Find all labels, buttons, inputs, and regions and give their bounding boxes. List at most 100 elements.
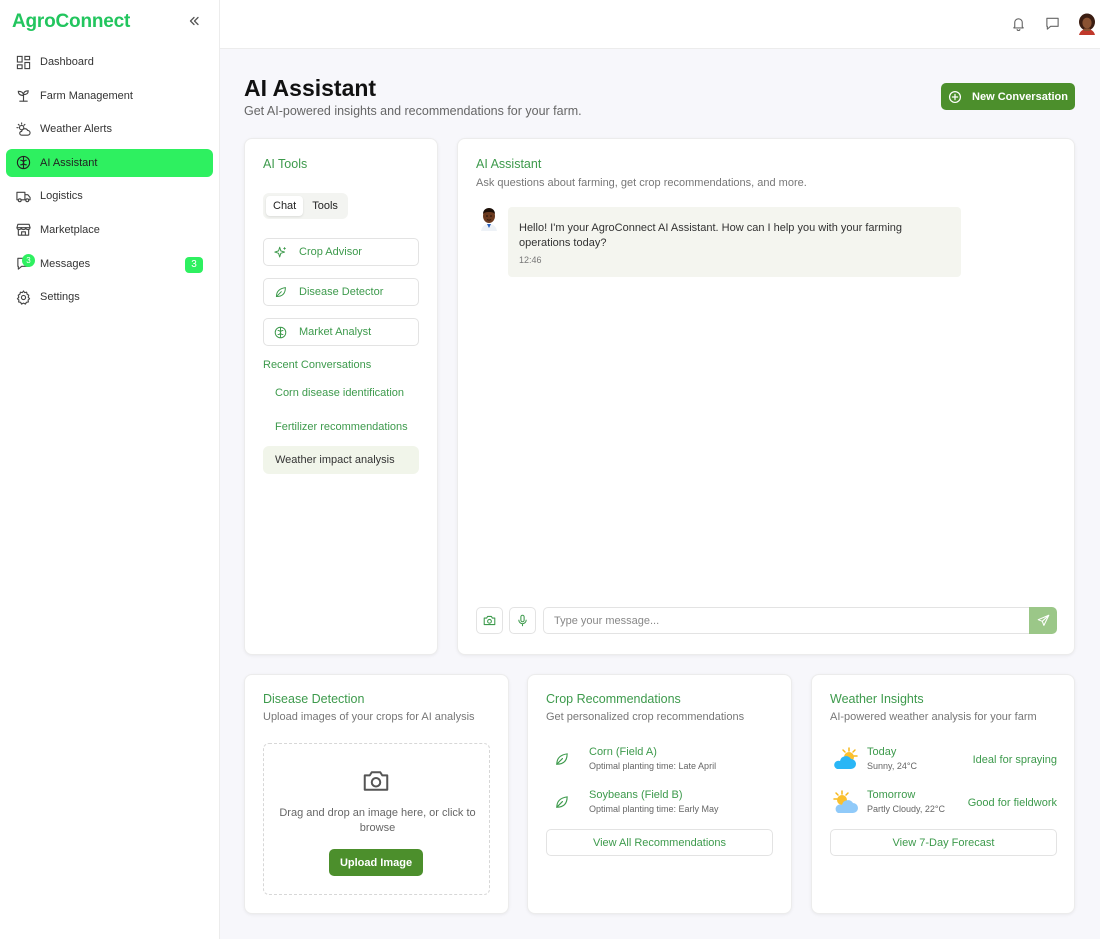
sidebar-item-farm-management[interactable]: Farm Management [6, 82, 213, 110]
collapse-sidebar-icon[interactable] [186, 13, 202, 29]
crop-detail: Optimal planting time: Late April [589, 761, 717, 771]
forecast-day: Today [867, 746, 897, 758]
sidebar: AgroConnect Dashboard Farm Management We… [0, 0, 220, 939]
disease-detection-title: Disease Detection [263, 692, 365, 706]
sidebar-item-label: Messages [40, 257, 91, 270]
sidebar-item-label: Farm Management [40, 89, 133, 102]
new-conversation-label: New Conversation [972, 90, 1068, 103]
disease-detector-button[interactable]: Disease Detector [263, 278, 419, 306]
disease-detector-label: Disease Detector [299, 286, 384, 298]
dashboard-icon [16, 55, 31, 70]
brain-icon [16, 155, 31, 170]
forecast-condition: Partly Cloudy, 22°C [867, 804, 945, 814]
weather-insights-subtitle: AI-powered weather analysis for your far… [830, 711, 1037, 723]
disease-detection-card: Disease Detection Upload images of your … [244, 674, 509, 914]
tab-chat[interactable]: Chat [266, 196, 304, 216]
truck-icon [16, 189, 31, 204]
chat-tools-toggle: Chat Tools [263, 193, 348, 219]
ai-tools-card: AI Tools Chat Tools Crop Advisor Disease… [244, 138, 438, 655]
recent-conversation-item[interactable]: Fertilizer recommendations [263, 413, 419, 441]
message-icon-badge: 3 [22, 253, 35, 267]
sidebar-item-messages[interactable]: 3 Messages 3 [6, 250, 213, 278]
gear-icon [16, 290, 31, 305]
crop-recommendations-subtitle: Get personalized crop recommendations [546, 711, 745, 723]
message-input[interactable] [543, 607, 1031, 634]
forecast-note: Ideal for spraying [972, 754, 1057, 766]
upload-image-button[interactable]: Upload Image [329, 849, 423, 876]
camera-icon [483, 614, 496, 627]
message-timestamp: 12:46 [519, 255, 542, 265]
chat-card: AI Assistant Ask questions about farming… [457, 138, 1075, 655]
assistant-message-text: Hello! I'm your AgroConnect AI Assistant… [519, 222, 903, 249]
store-icon [16, 222, 31, 237]
leaf-icon [554, 795, 569, 810]
sidebar-item-label: AI Assistant [40, 156, 98, 169]
crop-recommendations-title: Crop Recommendations [546, 692, 681, 706]
sidebar-item-ai-assistant[interactable]: AI Assistant [6, 148, 213, 177]
page-subtitle: Get AI-powered insights and recommendati… [244, 104, 582, 118]
user-avatar[interactable] [1077, 13, 1097, 35]
view-forecast-button[interactable]: View 7-Day Forecast [830, 829, 1057, 856]
sidebar-item-logistics[interactable]: Logistics [6, 182, 213, 210]
microphone-button[interactable] [509, 607, 536, 634]
weather-forecast-item: Today Sunny, 24°C Ideal for spraying [830, 746, 1057, 774]
crop-name: Corn (Field A) [589, 746, 657, 758]
weather-forecast-item: Tomorrow Partly Cloudy, 22°C Good for fi… [830, 789, 1057, 817]
top-bar [220, 0, 1100, 49]
sidebar-item-marketplace[interactable]: Marketplace [6, 216, 213, 244]
leaf-icon [274, 286, 287, 299]
chat-subtitle: Ask questions about farming, get crop re… [476, 177, 807, 189]
crop-detail: Optimal planting time: Early May [589, 804, 719, 814]
assistant-avatar [478, 207, 500, 231]
send-icon [1037, 614, 1050, 627]
ai-tools-title: AI Tools [263, 157, 308, 171]
dropzone-text: Drag and drop an image here, or click to… [279, 807, 476, 834]
assistant-message: Hello! I'm your AgroConnect AI Assistant… [508, 207, 961, 277]
sidebar-item-settings[interactable]: Settings [6, 283, 213, 311]
cloud-sun-icon [16, 122, 31, 137]
image-dropzone[interactable]: Drag and drop an image here, or click to… [263, 743, 490, 895]
disease-detection-subtitle: Upload images of your crops for AI analy… [263, 711, 475, 723]
sidebar-item-label: Settings [40, 291, 80, 304]
crop-advisor-button[interactable]: Crop Advisor [263, 238, 419, 266]
crop-advisor-label: Crop Advisor [299, 246, 362, 258]
market-analyst-button[interactable]: Market Analyst [263, 318, 419, 346]
bell-icon[interactable] [1011, 16, 1026, 31]
sidebar-item-dashboard[interactable]: Dashboard [6, 48, 213, 76]
partly-cloudy-icon [830, 789, 860, 815]
brain-icon [274, 326, 287, 339]
recent-conversations-heading: Recent Conversations [263, 359, 372, 371]
recent-conversation-item[interactable]: Weather impact analysis [263, 446, 419, 474]
crop-name: Soybeans (Field B) [589, 789, 683, 801]
sparkles-icon [274, 246, 287, 259]
weather-insights-title: Weather Insights [830, 692, 924, 706]
sidebar-item-label: Logistics [40, 190, 83, 203]
camera-icon [361, 766, 391, 796]
chat-icon[interactable] [1045, 16, 1060, 31]
weather-insights-card: Weather Insights AI-powered weather anal… [811, 674, 1075, 914]
brand-logo[interactable]: AgroConnect [12, 11, 130, 33]
market-analyst-label: Market Analyst [299, 326, 372, 338]
sidebar-item-weather-alerts[interactable]: Weather Alerts [6, 115, 213, 143]
chat-title: AI Assistant [476, 157, 542, 171]
forecast-day: Tomorrow [867, 789, 916, 801]
plus-circle-icon [948, 90, 962, 104]
crop-recommendation-item[interactable]: Corn (Field A) Optimal planting time: La… [546, 746, 776, 774]
sidebar-item-label: Marketplace [40, 223, 100, 236]
page-title: AI Assistant [244, 75, 377, 101]
forecast-condition: Sunny, 24°C [867, 761, 917, 771]
recent-conversation-item[interactable]: Corn disease identification [263, 379, 419, 407]
microphone-icon [516, 614, 529, 627]
sidebar-nav: Dashboard Farm Management Weather Alerts… [6, 48, 213, 317]
camera-button[interactable] [476, 607, 503, 634]
crop-recommendations-card: Crop Recommendations Get personalized cr… [527, 674, 792, 914]
crop-recommendation-item[interactable]: Soybeans (Field B) Optimal planting time… [546, 789, 776, 817]
leaf-icon [554, 752, 569, 767]
new-conversation-button[interactable]: New Conversation [941, 83, 1075, 110]
forecast-note: Good for fieldwork [967, 797, 1057, 809]
view-all-recommendations-button[interactable]: View All Recommendations [546, 829, 773, 856]
sprout-icon [16, 88, 31, 103]
tab-tools[interactable]: Tools [305, 196, 345, 216]
send-button[interactable] [1029, 607, 1057, 634]
sidebar-item-label: Weather Alerts [40, 123, 112, 136]
